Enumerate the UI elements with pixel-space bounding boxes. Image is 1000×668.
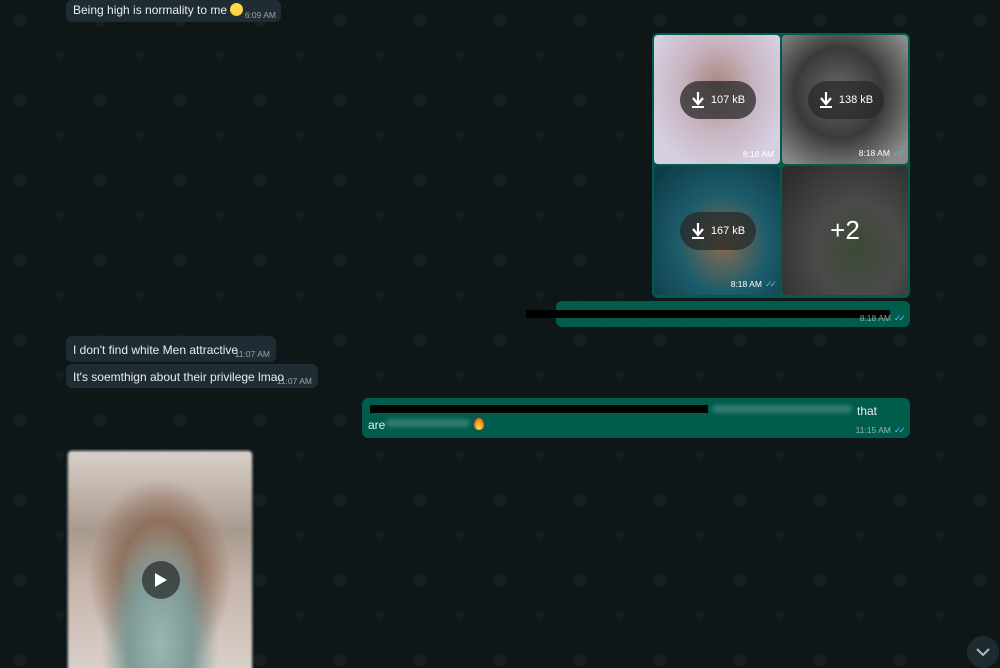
message-text: It's soemthign about their privilege lma… bbox=[73, 370, 285, 384]
download-icon bbox=[819, 92, 832, 108]
download-button[interactable]: 107 kB bbox=[680, 81, 756, 119]
double-check-icon: ✓✓ bbox=[893, 425, 906, 435]
download-button[interactable]: 138 kB bbox=[808, 81, 884, 119]
message-time: 11:07 AM bbox=[234, 349, 270, 359]
blurred-text bbox=[712, 405, 852, 413]
media-album[interactable]: 107 kB 8:18 AM 138 kB 8:18 AM ✓✓ 167 kB 8… bbox=[652, 33, 910, 298]
double-check-icon: ✓✓ bbox=[893, 313, 906, 323]
redaction-bar bbox=[526, 310, 890, 318]
download-button[interactable]: 167 kB bbox=[680, 212, 756, 250]
file-size: 107 kB bbox=[710, 94, 746, 106]
double-check-icon: ✓✓ bbox=[892, 148, 905, 158]
image-tile-more[interactable]: +2 bbox=[782, 166, 908, 295]
play-button[interactable] bbox=[142, 561, 180, 599]
outgoing-caption-message[interactable]: 8:18 AM ✓✓ bbox=[526, 301, 910, 327]
fire-emoji bbox=[474, 418, 484, 430]
incoming-message-attractive[interactable]: I don't find white Men attractive 11:07 … bbox=[66, 336, 276, 362]
message-text-start: are bbox=[368, 418, 386, 432]
message-time: 8:18 AM bbox=[730, 279, 762, 289]
file-size: 167 kB bbox=[710, 225, 746, 237]
blurred-text bbox=[386, 419, 470, 427]
message-time: 8:18 AM bbox=[859, 313, 891, 323]
message-text-end: that bbox=[857, 404, 878, 418]
message-text: I don't find white Men attractive bbox=[73, 343, 239, 357]
incoming-message-privilege[interactable]: It's soemthign about their privilege lma… bbox=[66, 364, 318, 388]
image-tile[interactable]: 138 kB 8:18 AM ✓✓ bbox=[782, 35, 908, 164]
download-icon bbox=[691, 92, 704, 108]
download-icon bbox=[691, 223, 704, 239]
message-time: 11:07 AM bbox=[276, 376, 312, 386]
incoming-message-high[interactable]: Being high is normality to me 6:09 AM bbox=[66, 0, 281, 22]
image-tile[interactable]: 107 kB 8:18 AM bbox=[654, 35, 780, 164]
play-icon bbox=[155, 573, 167, 587]
chevron-down-icon bbox=[976, 647, 990, 656]
message-time: 6:09 AM bbox=[244, 10, 276, 20]
outgoing-message-long[interactable]: that are 11:15 AM ✓✓ bbox=[362, 398, 910, 438]
redaction-bar bbox=[370, 405, 708, 413]
message-text: Being high is normality to me bbox=[73, 3, 228, 17]
double-check-icon: ✓✓ bbox=[764, 279, 777, 289]
more-count: +2 bbox=[830, 215, 860, 245]
image-tile[interactable]: 167 kB 8:18 AM ✓✓ bbox=[654, 166, 780, 295]
video-thumbnail bbox=[68, 451, 252, 668]
message-time: 8:18 AM bbox=[742, 149, 774, 159]
message-time: 8:18 AM bbox=[858, 148, 890, 158]
file-size: 138 kB bbox=[838, 94, 874, 106]
incoming-video-message[interactable] bbox=[66, 449, 254, 668]
scroll-to-bottom-button[interactable] bbox=[967, 636, 999, 668]
grin-sweat-emoji bbox=[230, 3, 244, 16]
message-time: 11:15 AM bbox=[855, 425, 891, 435]
